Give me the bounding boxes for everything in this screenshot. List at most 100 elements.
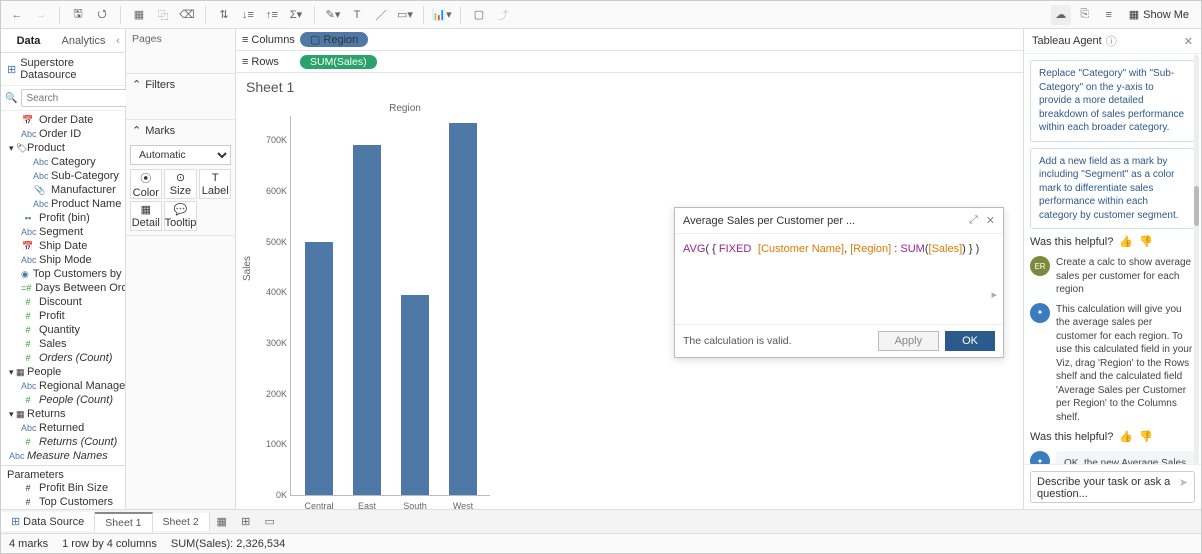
field-manufacturer[interactable]: 📎Manufacturer xyxy=(1,183,125,197)
info-icon[interactable]: ⓘ xyxy=(1106,33,1117,49)
datasource-row[interactable]: ⊞ Superstore Datasource xyxy=(1,53,125,86)
field-quantity[interactable]: #Quantity xyxy=(1,323,125,337)
agent-input[interactable]: Describe your task or ask a question... … xyxy=(1030,471,1195,503)
field-measure-names[interactable]: AbcMeasure Names xyxy=(1,449,125,463)
totals-icon[interactable]: Σ▾ xyxy=(286,5,306,25)
line-icon[interactable]: ／ xyxy=(371,5,391,25)
status-sum: SUM(Sales): 2,326,534 xyxy=(171,538,285,550)
bar-central[interactable] xyxy=(305,242,333,495)
thumbs-up-icon[interactable]: 👍 xyxy=(1119,235,1133,248)
helpful-row-2: Was this helpful?👍👎 xyxy=(1030,430,1195,443)
send-icon[interactable]: ➤ xyxy=(1179,476,1188,489)
cloud-icon[interactable]: ☁ xyxy=(1051,5,1071,25)
param-top-customers[interactable]: #Top Customers xyxy=(1,495,125,509)
filters-shelf[interactable]: ⌃Filters xyxy=(126,74,235,95)
swap-icon[interactable]: ⇅ xyxy=(214,5,234,25)
expand-body-icon[interactable]: ▸ xyxy=(991,288,997,301)
field-sub-category[interactable]: AbcSub-Category xyxy=(1,169,125,183)
field-returned[interactable]: AbcReturned xyxy=(1,421,125,435)
format-icon[interactable]: ≡ xyxy=(1099,5,1119,25)
param-profit-bin-size[interactable]: #Profit Bin Size xyxy=(1,481,125,495)
show-me-button[interactable]: ▦Show Me xyxy=(1123,6,1195,23)
thumbs-down-icon[interactable]: 👎 xyxy=(1139,430,1153,443)
forward-icon[interactable]: → xyxy=(31,5,51,25)
field-ship-date[interactable]: 📅Ship Date xyxy=(1,239,125,253)
sort-asc-icon[interactable]: ↓≡ xyxy=(238,5,258,25)
field-returns-count[interactable]: #Returns (Count) xyxy=(1,435,125,449)
ok-button[interactable]: OK xyxy=(945,331,995,351)
mark-size-button[interactable]: ⊙Size xyxy=(164,169,198,199)
sheet-title[interactable]: Sheet 1 xyxy=(236,73,1023,101)
fit-icon[interactable]: ▭▾ xyxy=(395,5,415,25)
thumbs-up-icon[interactable]: 👍 xyxy=(1119,430,1133,443)
calc-valid-message: The calculation is valid. xyxy=(683,335,872,347)
field-top-customers[interactable]: ◉Top Customers by P... xyxy=(1,267,125,281)
field-profit[interactable]: #Profit xyxy=(1,309,125,323)
tab-data[interactable]: Data xyxy=(1,29,56,52)
suggestion-card-1[interactable]: Replace "Category" with "Sub-Category" o… xyxy=(1030,60,1195,142)
y-axis-label: Sales xyxy=(242,256,253,281)
field-people-count[interactable]: #People (Count) xyxy=(1,393,125,407)
y-tick: 300K xyxy=(261,338,287,348)
bar-west[interactable] xyxy=(449,123,477,495)
field-sales[interactable]: #Sales xyxy=(1,337,125,351)
mark-tooltip-button[interactable]: 💬Tooltip xyxy=(164,201,198,231)
suggestion-card-2[interactable]: Add a new field as a mark by including "… xyxy=(1030,148,1195,230)
mark-detail-button[interactable]: ▦Detail xyxy=(130,201,162,231)
dup-icon[interactable]: ⿻ xyxy=(153,5,173,25)
pages-shelf[interactable]: Pages xyxy=(126,29,235,49)
table-people[interactable]: ▾ ▦People xyxy=(1,365,125,379)
apply-button[interactable]: Apply xyxy=(878,331,940,351)
revert-icon[interactable]: ⭯ xyxy=(92,5,112,25)
new-story-icon[interactable]: ▭ xyxy=(258,515,282,528)
close-icon[interactable]: ✕ xyxy=(986,214,995,227)
bar-chart[interactable]: 0K100K200K300K400K500K600K700KCentralEas… xyxy=(290,116,490,496)
tab-analytics[interactable]: Analytics xyxy=(56,29,111,52)
field-product[interactable]: ▾ 🏷Product xyxy=(1,141,125,155)
field-order-date[interactable]: 📅Order Date xyxy=(1,113,125,127)
top-toolbar: ← → 🖫 ⭯ ▦ ⿻ ⌫ ⇅ ↓≡ ↑≡ Σ▾ ✎▾ T ／ ▭▾ 📊▾ ▢ … xyxy=(1,1,1201,29)
field-order-id[interactable]: AbcOrder ID xyxy=(1,127,125,141)
guide-icon[interactable]: ⎘ xyxy=(1075,5,1095,25)
mark-label-button[interactable]: TLabel xyxy=(199,169,231,199)
field-discount[interactable]: #Discount xyxy=(1,295,125,309)
new-worksheet-icon[interactable]: ▦ xyxy=(210,515,234,528)
close-agent-icon[interactable]: ✕ xyxy=(1184,35,1193,48)
pill-sum-sales[interactable]: SUM(Sales) xyxy=(300,55,377,69)
highlight-icon[interactable]: ✎▾ xyxy=(323,5,343,25)
field-days-between[interactable]: =#Days Between Orde... xyxy=(1,281,125,295)
field-product-name[interactable]: AbcProduct Name xyxy=(1,197,125,211)
text-icon[interactable]: T xyxy=(347,5,367,25)
chart-icon[interactable]: 📊▾ xyxy=(432,5,452,25)
mark-color-button[interactable]: ⦿Color xyxy=(130,169,162,199)
field-ship-mode[interactable]: AbcShip Mode xyxy=(1,253,125,267)
collapse-pane-icon[interactable]: ‹ xyxy=(111,29,125,52)
share-icon[interactable]: ⤴ xyxy=(493,5,513,25)
new-ws-icon[interactable]: ▦ xyxy=(129,5,149,25)
field-profit-bin[interactable]: ▪▪Profit (bin) xyxy=(1,211,125,225)
save-icon[interactable]: 🖫 xyxy=(68,5,88,25)
calc-editor[interactable]: AVG( { FIXED [Customer Name], [Region] :… xyxy=(675,234,1003,324)
expand-icon[interactable]: ⤢ xyxy=(969,214,978,227)
pill-region[interactable]: ▢Region xyxy=(300,32,368,47)
field-segment[interactable]: AbcSegment xyxy=(1,225,125,239)
table-returns[interactable]: ▾ ▦Returns xyxy=(1,407,125,421)
bar-south[interactable] xyxy=(401,295,429,495)
field-orders-count[interactable]: #Orders (Count) xyxy=(1,351,125,365)
bar-east[interactable] xyxy=(353,145,381,495)
back-icon[interactable]: ← xyxy=(7,5,27,25)
scrollbar[interactable] xyxy=(1194,54,1199,464)
y-tick: 100K xyxy=(261,439,287,449)
mark-type-select[interactable]: Automatic xyxy=(130,145,231,165)
thumbs-down-icon[interactable]: 👎 xyxy=(1139,235,1153,248)
new-dashboard-icon[interactable]: ⊞ xyxy=(234,515,258,528)
tab-sheet1[interactable]: Sheet 1 xyxy=(95,512,152,532)
tab-datasource[interactable]: ⊞ Data Source xyxy=(1,512,95,531)
sort-desc-icon[interactable]: ↑≡ xyxy=(262,5,282,25)
tab-sheet2[interactable]: Sheet 2 xyxy=(153,513,210,531)
present-icon[interactable]: ▢ xyxy=(469,5,489,25)
clear-icon[interactable]: ⌫ xyxy=(177,5,197,25)
y-tick: 200K xyxy=(261,389,287,399)
field-regional-manager[interactable]: AbcRegional Manager xyxy=(1,379,125,393)
field-category[interactable]: AbcCategory xyxy=(1,155,125,169)
